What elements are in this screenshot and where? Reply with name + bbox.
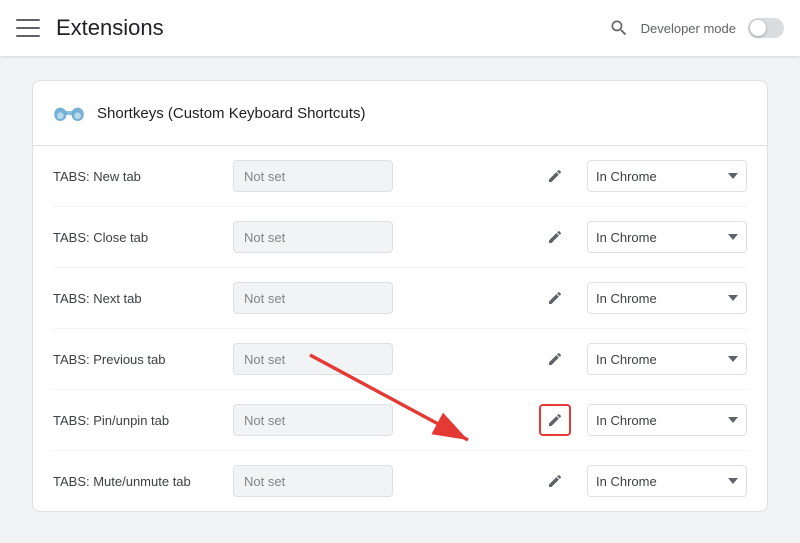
pencil-icon (547, 168, 563, 184)
shortcut-input-wrap (233, 404, 531, 436)
shortcut-label: TABS: Pin/unpin tab (53, 413, 233, 428)
shortcut-row: TABS: Mute/unmute tab In Chrome In Chrom… (53, 451, 747, 511)
pencil-icon (547, 351, 563, 367)
edit-shortcut-button[interactable] (539, 282, 571, 314)
developer-mode-toggle[interactable] (748, 18, 784, 38)
shortcut-input[interactable] (233, 465, 393, 497)
scope-select[interactable]: In Chrome In Chrome (587, 465, 747, 497)
header: Extensions Developer mode (0, 0, 800, 56)
search-button[interactable] (609, 18, 629, 38)
scope-select-wrap: In Chrome In Chrome (587, 221, 747, 253)
pencil-icon (547, 229, 563, 245)
shortcut-label: TABS: Previous tab (53, 352, 233, 367)
pencil-icon (547, 290, 563, 306)
shortcut-label: TABS: New tab (53, 169, 233, 184)
shortcut-input[interactable] (233, 282, 393, 314)
edit-shortcut-button[interactable] (539, 343, 571, 375)
shortcut-input-wrap (233, 465, 531, 497)
page-title: Extensions (56, 15, 609, 41)
shortcut-row: TABS: Previous tab In Chrome In Chrome (53, 329, 747, 390)
shortcut-row: TABS: New tab In Chrome In Chrome (53, 146, 747, 207)
shortcut-row: TABS: Close tab In Chrome In Chrome (53, 207, 747, 268)
shortcut-input[interactable] (233, 160, 393, 192)
shortcut-input-wrap (233, 160, 531, 192)
scope-select[interactable]: In Chrome In Chrome (587, 404, 747, 436)
scope-select-wrap: In Chrome In Chrome (587, 282, 747, 314)
extension-card: Shortkeys (Custom Keyboard Shortcuts) TA… (32, 80, 768, 512)
edit-shortcut-button[interactable] (539, 221, 571, 253)
scope-select-wrap: In Chrome In Chrome (587, 343, 747, 375)
developer-mode-label: Developer mode (641, 21, 736, 36)
shortcuts-table: TABS: New tab In Chrome In Chrome TABS: … (33, 146, 767, 511)
scope-select[interactable]: In Chrome In Chrome (587, 343, 747, 375)
shortcut-input[interactable] (233, 404, 393, 436)
header-right: Developer mode (609, 18, 784, 38)
scope-select-wrap: In Chrome In Chrome (587, 404, 747, 436)
main-content: Shortkeys (Custom Keyboard Shortcuts) TA… (0, 56, 800, 543)
shortcut-label: TABS: Close tab (53, 230, 233, 245)
extension-icon (53, 97, 85, 129)
shortcut-input-wrap (233, 221, 531, 253)
edit-shortcut-button[interactable] (539, 160, 571, 192)
scope-select[interactable]: In Chrome In Chrome (587, 282, 747, 314)
scope-select-wrap: In Chrome In Chrome (587, 465, 747, 497)
pencil-icon (547, 473, 563, 489)
shortcut-input-wrap (233, 343, 531, 375)
pencil-icon (547, 412, 563, 428)
scope-select[interactable]: In Chrome In Chrome (587, 160, 747, 192)
shortcut-input[interactable] (233, 343, 393, 375)
extension-name: Shortkeys (Custom Keyboard Shortcuts) (97, 105, 365, 122)
extension-header: Shortkeys (Custom Keyboard Shortcuts) (33, 81, 767, 146)
menu-icon[interactable] (16, 19, 40, 37)
search-icon (609, 18, 629, 38)
shortcut-input[interactable] (233, 221, 393, 253)
edit-shortcut-button[interactable] (539, 465, 571, 497)
shortcut-row: TABS: Pin/unpin tab In Chrome In Chrome (53, 390, 747, 451)
shortcut-label: TABS: Mute/unmute tab (53, 474, 233, 489)
shortcut-label: TABS: Next tab (53, 291, 233, 306)
scope-select[interactable]: In Chrome In Chrome (587, 221, 747, 253)
edit-shortcut-button[interactable] (539, 404, 571, 436)
shortcut-input-wrap (233, 282, 531, 314)
shortcut-row: TABS: Next tab In Chrome In Chrome (53, 268, 747, 329)
scope-select-wrap: In Chrome In Chrome (587, 160, 747, 192)
